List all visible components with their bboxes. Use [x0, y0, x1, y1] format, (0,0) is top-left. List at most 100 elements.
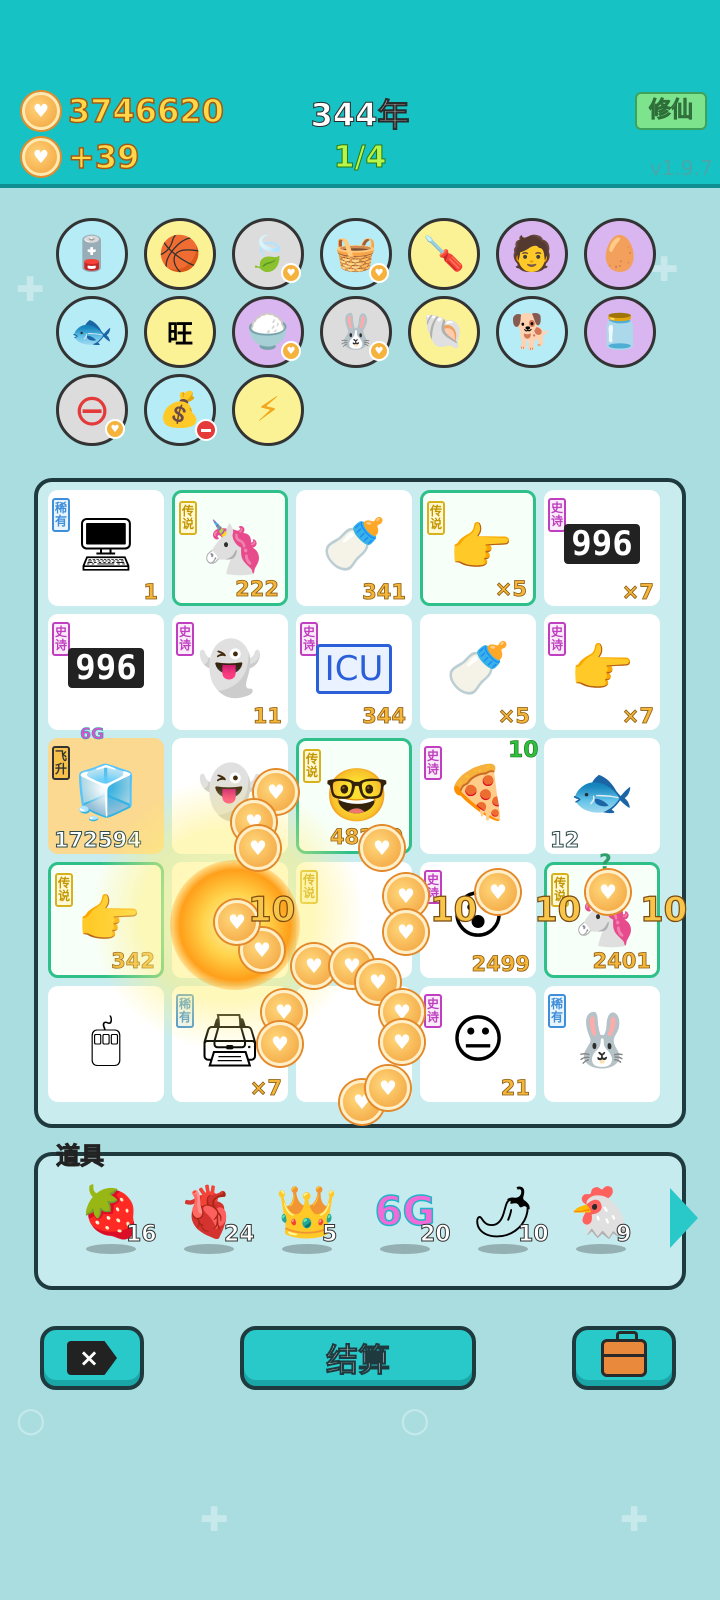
board-cell[interactable]: 稀有 🐰	[544, 986, 660, 1102]
board-cell[interactable]: 史诗 😐 21	[420, 986, 536, 1102]
collection-sack-icon[interactable]: 💰	[144, 374, 217, 446]
board-cell[interactable]: 史诗 996	[48, 614, 164, 730]
board-cell[interactable]: 传说 🦄 222	[172, 490, 288, 606]
board-cell[interactable]: 稀有 🖥 1	[48, 490, 164, 606]
scroll-right-arrow-icon[interactable]	[670, 1188, 698, 1248]
bg-cross-deco: ✚	[620, 1500, 649, 1540]
item-count: 16	[126, 1222, 158, 1248]
board-cell[interactable]: 史诗 👉 ×7	[544, 614, 660, 730]
exit-icon: ×	[67, 1341, 117, 1375]
flying-coin-icon: ♥	[360, 826, 404, 870]
item-count: 10	[518, 1222, 550, 1248]
reward-label: 10	[639, 889, 688, 930]
item-slot[interactable]: 🫀 24	[166, 1162, 256, 1272]
bg-circle-deco: ○	[400, 1400, 430, 1440]
item-count: 9	[615, 1222, 632, 1248]
board-cell[interactable]: 🐟 12	[544, 738, 660, 854]
cell-value: 21	[500, 1076, 530, 1101]
item-slot[interactable]: 6G 20	[362, 1162, 452, 1272]
symbol-icon: 👉	[569, 638, 635, 699]
cell-top-label: 10	[508, 738, 539, 764]
collection-leaf-icon[interactable]: 🍃 ♥	[232, 218, 304, 290]
item-count: 5	[321, 1222, 338, 1248]
cell-value: ×7	[621, 704, 654, 729]
cell-value: 2401	[592, 949, 651, 974]
symbol-icon: 🍼	[321, 514, 387, 575]
stage-progress: 1/4	[333, 140, 387, 176]
symbol-icon: 🦄	[200, 517, 266, 578]
item-slot[interactable]: 🐔 9	[558, 1162, 648, 1272]
reward-label: 10	[429, 889, 478, 930]
symbol-icon: 🐰	[569, 1010, 635, 1071]
collection-shell-icon[interactable]: 🐚	[408, 296, 480, 368]
heart-badge-icon: ♥	[281, 263, 301, 283]
collection-screwdriver-icon[interactable]: 🪛	[408, 218, 480, 290]
game-board: 稀有 🖥 1 传说 🦄 222 🍼 341 传说 👉 ×5 史诗 996 ×7 史诗 996 史诗 👻 11 史诗 IC…	[34, 478, 686, 1128]
collection-pump-icon[interactable]: 🪫	[56, 218, 128, 290]
collection-egg-icon[interactable]: 🥚	[584, 218, 656, 290]
collection-fruit-basket-icon[interactable]: 🧺 ♥	[320, 218, 392, 290]
coins-total: 3746620	[67, 91, 224, 131]
flying-coin-icon: ♥	[236, 826, 280, 870]
coin-rate-icon: ♥	[22, 138, 60, 176]
cell-top-label: 6G	[80, 724, 105, 744]
items-title: 道具	[56, 1142, 105, 1171]
flying-coin-icon: ♥	[380, 1020, 424, 1064]
symbol-icon: 🖥	[72, 514, 139, 575]
collection-lightning-icon[interactable]: ⚡	[232, 374, 304, 446]
year-counter: 344年	[310, 96, 410, 135]
collection-rice-bowl-icon[interactable]: 🍚 ♥	[232, 296, 304, 368]
flying-coin-icon: ♥	[258, 1022, 302, 1066]
coins-rate: +39	[67, 137, 140, 177]
minus-badge-icon	[195, 419, 217, 441]
collection-rabbit-icon[interactable]: 🐰 ♥	[320, 296, 392, 368]
cell-value: ×5	[497, 704, 530, 729]
version-label: v1.9.7	[650, 156, 713, 180]
reward-label: 10	[533, 889, 582, 930]
exit-button[interactable]: ×	[40, 1326, 144, 1390]
reward-label: 10	[247, 889, 296, 930]
heart-badge-icon: ♥	[369, 341, 389, 361]
symbol-icon: 🐟	[569, 762, 635, 823]
symbol-icon: ICU	[316, 644, 392, 694]
cell-value: ×5	[494, 577, 527, 602]
cell-value: 2499	[471, 952, 530, 977]
item-count: 20	[420, 1222, 452, 1248]
collection-fish-bowl-icon[interactable]: 🐟	[56, 296, 128, 368]
heart-badge-icon: ♥	[105, 419, 125, 439]
symbol-icon: 😐	[450, 1010, 506, 1070]
coin-icon: ♥	[22, 92, 60, 130]
cell-value: 1	[143, 580, 158, 605]
item-slot[interactable]: 🌶 10	[460, 1162, 550, 1272]
cell-value: 222	[235, 577, 280, 602]
cell-value: 344	[362, 704, 407, 729]
board-cell[interactable]: 史诗 996 ×7	[544, 490, 660, 606]
collection-minus-sign-icon[interactable]: ⊖ ♥	[56, 374, 128, 446]
top-bar: ♥ 3746620 ♥ +39 344年 1/4 修仙 v1.9.7	[0, 0, 720, 188]
board-cell[interactable]: 史诗 👻 11	[172, 614, 288, 730]
board-cell[interactable]: 史诗 🍕 10	[420, 738, 539, 854]
symbol-icon: 👻	[197, 638, 263, 699]
settle-button[interactable]: 结算	[240, 1326, 476, 1390]
bg-cross-deco: ✚	[200, 1500, 229, 1540]
symbol-icon: 🤓	[324, 765, 390, 826]
heart-badge-icon: ♥	[369, 263, 389, 283]
board-cell[interactable]: 🍼 341	[296, 490, 412, 606]
xiuxian-button[interactable]: 修仙	[635, 92, 707, 130]
flying-coin-icon: ♥	[476, 870, 520, 914]
board-cell[interactable]: 传说 👉 ×5	[420, 490, 536, 606]
flying-coin-icon: ♥	[366, 1066, 410, 1110]
collection-basketballs-icon[interactable]: 🏀	[144, 218, 216, 290]
item-slot[interactable]: 🍓 16	[68, 1162, 158, 1272]
collection-lottery-person-icon[interactable]: 🧑	[496, 218, 568, 290]
collection-wang-characters-icon[interactable]: 旺	[144, 296, 216, 368]
board-cell[interactable]: 史诗 ICU 344	[296, 614, 412, 730]
collection-cool-dog-icon[interactable]: 🐕	[496, 296, 568, 368]
symbol-icon: 996	[564, 524, 640, 564]
cell-value: 12	[549, 828, 580, 853]
item-slot[interactable]: 👑 5	[264, 1162, 354, 1272]
collection-jar-icon[interactable]: 🫙	[584, 296, 656, 368]
cell-value: 341	[362, 580, 407, 605]
bag-button[interactable]	[572, 1326, 676, 1390]
board-cell[interactable]: 🍼 ×5	[420, 614, 536, 730]
